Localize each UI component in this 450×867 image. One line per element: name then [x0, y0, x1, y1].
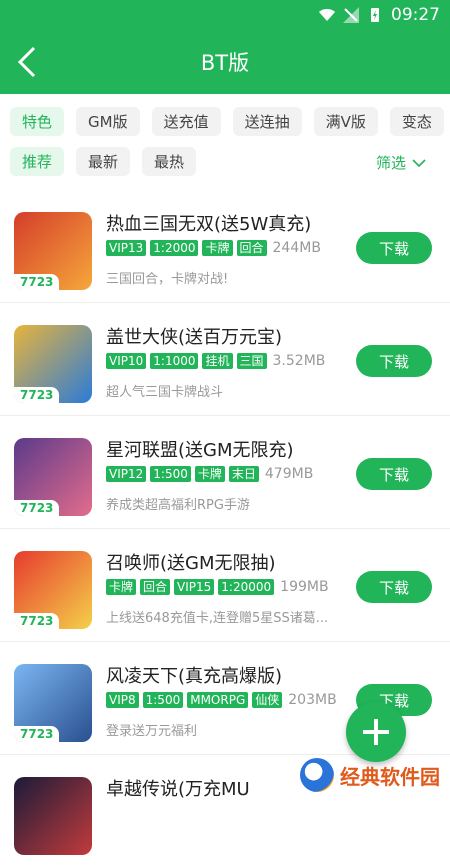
download-button[interactable]: 下载 [356, 345, 432, 377]
plus-icon [363, 719, 389, 745]
download-button[interactable]: 下载 [356, 571, 432, 603]
game-tags: VIP10 1:1000 挂机 三国 3.52MB [106, 353, 325, 369]
thumb-tag: 7723 [14, 387, 60, 403]
game-size: 3.52MB [272, 353, 326, 369]
tab-category-3[interactable]: 送连抽 [232, 106, 302, 136]
app-bar: BT版 [0, 30, 450, 94]
watermark-logo-icon [300, 758, 334, 792]
game-tags: 卡牌 回合 VIP15 1:20000 199MB [106, 579, 329, 595]
wifi-icon [319, 9, 335, 21]
status-time: 09:27 [391, 5, 440, 25]
game-size: 479MB [264, 466, 314, 482]
game-size: 199MB [280, 579, 329, 595]
sort-bar: 推荐 最新 最热 筛选 [0, 136, 450, 176]
game-thumbnail: 7723 [14, 438, 92, 516]
game-size: 244MB [272, 240, 321, 256]
tag: VIP15 [174, 579, 215, 595]
tag: 仙侠 [252, 692, 283, 708]
tag: 回合 [236, 240, 267, 256]
watermark-text: 经典软件园 [340, 764, 440, 789]
tag: 三国 [236, 353, 267, 369]
filter-label: 筛选 [375, 154, 406, 172]
tab-category-0[interactable]: 特色 [10, 106, 65, 136]
thumb-tag: 7723 [14, 726, 60, 742]
game-name: 热血三国无双(送5W真充) [106, 214, 312, 235]
sort-option-recommend[interactable]: 推荐 [10, 146, 65, 176]
thumb-tag: 7723 [14, 613, 60, 629]
game-size: 203MB [288, 692, 337, 708]
game-desc: 超人气三国卡牌战斗 [106, 385, 224, 400]
tag: 卡牌 [202, 240, 233, 256]
tag: 挂机 [202, 353, 233, 369]
game-thumbnail: 7723 [14, 325, 92, 403]
tag: VIP10 [106, 353, 147, 369]
add-button[interactable] [346, 702, 406, 762]
game-desc: 登录送万元福利 [106, 724, 198, 739]
download-button[interactable]: 下载 [356, 232, 432, 264]
tab-category-2[interactable]: 送充值 [151, 106, 221, 136]
game-name: 召唤师(送GM无限抽) [106, 553, 276, 574]
list-item[interactable]: 7723 热血三国无双(送5W真充) VIP13 1:2000 卡牌 回合 24… [0, 190, 450, 303]
tab-category-1[interactable]: GM版 [76, 106, 140, 136]
game-name: 星河联盟(送GM无限充) [106, 440, 294, 461]
tag: VIP13 [106, 240, 147, 256]
game-name: 盖世大侠(送百万元宝) [106, 327, 283, 348]
page-title: BT版 [200, 51, 250, 75]
download-button[interactable]: 下载 [356, 458, 432, 490]
game-desc: 三国回合，卡牌对战! [106, 272, 229, 287]
game-thumbnail [14, 777, 92, 855]
tab-category-5[interactable]: 变态 [389, 106, 444, 136]
game-name: 风凌天下(真充高爆版) [106, 666, 283, 687]
game-tags: VIP13 1:2000 卡牌 回合 244MB [106, 240, 321, 256]
tag: MMORPG [187, 692, 249, 708]
tab-category-4[interactable]: 满V版 [313, 106, 378, 136]
tag: 1:1000 [150, 353, 199, 369]
game-thumbnail: 7723 [14, 551, 92, 629]
tag: 1:500 [150, 466, 191, 482]
game-desc: 养成类超高福利RPG手游 [106, 498, 250, 513]
filter-button[interactable]: 筛选 [376, 152, 426, 173]
list-item[interactable]: 7723 星河联盟(送GM无限充) VIP12 1:500 卡牌 末日 479M… [0, 416, 450, 529]
tag: 卡牌 [194, 466, 225, 482]
battery-charging-icon [371, 8, 379, 22]
watermark: 经典软件园 [300, 758, 440, 792]
game-tags: VIP8 1:500 MMORPG 仙侠 203MB [106, 692, 337, 708]
list-item[interactable]: 7723 盖世大侠(送百万元宝) VIP10 1:1000 挂机 三国 3.52… [0, 303, 450, 416]
thumb-tag: 7723 [14, 274, 60, 290]
tag: 1:20000 [218, 579, 275, 595]
thumb-tag: 7723 [14, 500, 60, 516]
tag: 末日 [228, 466, 259, 482]
tag: 1:2000 [150, 240, 199, 256]
tag: 1:500 [142, 692, 184, 708]
tag: VIP12 [106, 466, 147, 482]
game-desc: 上线送648充值卡,连登赠5星SS诸葛... [106, 611, 329, 626]
sort-option-hottest[interactable]: 最热 [142, 146, 197, 176]
game-thumbnail: 7723 [14, 664, 92, 742]
game-thumbnail: 7723 [14, 212, 92, 290]
tag: 回合 [140, 579, 171, 595]
back-icon[interactable] [14, 44, 42, 80]
status-bar: 09:27 [0, 0, 450, 30]
sort-option-latest[interactable]: 最新 [76, 146, 131, 176]
list-item[interactable]: 7723 召唤师(送GM无限抽) 卡牌 回合 VIP15 1:20000 199… [0, 529, 450, 642]
game-tags: VIP12 1:500 卡牌 末日 479MB [106, 466, 313, 482]
tag: VIP8 [106, 692, 139, 708]
category-tabs: 特色 GM版 送充值 送连抽 满V版 变态 [0, 94, 450, 136]
tag: 卡牌 [106, 579, 137, 595]
game-name: 卓越传说(万充MU [106, 779, 250, 800]
chevron-down-icon [412, 158, 426, 167]
signal-off-icon [343, 7, 359, 23]
